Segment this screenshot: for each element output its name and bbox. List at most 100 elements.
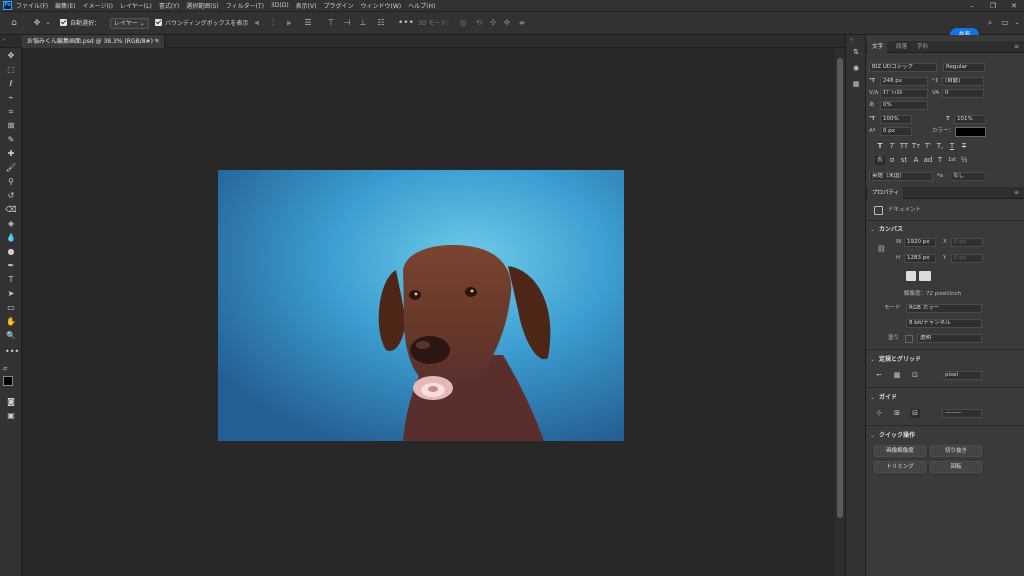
align-right-icon[interactable]: ⫸ [284,18,294,28]
guides-section-header[interactable]: ガイド [870,392,897,401]
menu-filter[interactable]: フィルター(T) [226,1,264,10]
properties-menu-icon[interactable]: ≡ [1014,189,1019,196]
horizontal-scale-field[interactable]: 101% [954,115,986,124]
crop-button[interactable]: 切り抜き [930,445,982,457]
edit-toolbar-icon[interactable]: ••• [5,346,19,358]
3d-roll-icon[interactable]: ⟲ [474,18,484,28]
fill-swatch[interactable] [905,335,913,343]
3d-scale-icon[interactable]: ▰ [517,18,527,28]
bit-depth-select[interactable]: 8 bit/チャンネル [906,319,982,328]
clone-stamp-tool-icon[interactable]: ⚲ [5,176,17,188]
text-color-swatch[interactable] [955,127,986,137]
scrollbar-thumb[interactable] [837,58,843,518]
hand-tool-icon[interactable]: ✋ [5,316,17,328]
search-icon[interactable]: ⌕ [985,18,995,28]
healing-brush-tool-icon[interactable]: ✚ [5,148,17,160]
ruler-icon[interactable]: ⌐ [874,371,884,380]
landscape-orientation-icon[interactable] [919,271,931,281]
document-tab-close-icon[interactable]: × [155,35,160,48]
kerning-field[interactable]: ｵﾌﾟﾃｨｶﾙ [880,89,928,98]
3d-pan-icon[interactable]: ✣ [488,18,498,28]
document-tab[interactable]: お悩みくん編集画面.psd @ 38.3% (RGB/8#) * × [22,35,165,48]
distribute-icon[interactable]: ☰ [303,18,313,28]
expand-panels-icon[interactable]: « [850,37,853,43]
language-select[interactable]: 英語（米国） [869,172,933,181]
menu-help[interactable]: ヘルプ(H) [408,1,435,10]
dodge-tool-icon[interactable]: ● [5,246,17,258]
small-caps-icon[interactable]: Tт [911,142,921,151]
titling-alt-icon[interactable]: A [911,156,921,165]
y-field[interactable]: 0 px [951,254,983,263]
move-tool-icon[interactable]: ✥ [5,50,17,62]
link-dimensions-icon[interactable]: ⛓ [877,245,886,254]
menu-3d[interactable]: 3D(D) [271,2,289,9]
move-tool-icon[interactable]: ✥ [32,18,42,28]
menu-edit[interactable]: 編集(E) [55,1,75,10]
tsume-field[interactable]: 0% [880,101,928,110]
menu-plugins[interactable]: プラグイン [323,1,353,10]
tracking-field[interactable]: 0 [942,89,984,98]
align-bottom-icon[interactable]: ⊥ [358,18,368,28]
collapse-arrows-icon[interactable]: » [2,37,5,43]
brush-tool-icon[interactable]: 🖌 [5,162,17,174]
minimize-icon[interactable]: – [962,0,982,12]
type-tool-icon[interactable]: T [5,274,17,286]
rotate-button[interactable]: 回転 [930,461,982,473]
vertical-scrollbar[interactable] [835,48,845,576]
layer-select-dropdown[interactable]: レイヤー ⌄ [110,18,149,29]
blur-tool-icon[interactable]: 💧 [5,232,17,244]
document-image[interactable] [218,170,624,441]
paint-bucket-tool-icon[interactable]: ◈ [5,218,17,230]
tab-properties[interactable]: プロパティ [868,187,904,199]
rulers-grid-section-header[interactable]: 定規とグリッド [870,354,921,363]
workspace-chevron-icon[interactable]: ⌄ [1012,18,1022,28]
foreground-color-swatch[interactable] [3,376,13,386]
superscript-icon[interactable]: T' [923,142,933,151]
baseline-shift-field[interactable]: 0 px [880,127,912,136]
history-brush-tool-icon[interactable]: ↺ [5,190,17,202]
font-family-select[interactable]: BIZ UDゴシック [869,63,937,72]
canvas-section-header[interactable]: カンバス [870,224,903,233]
panel-menu-icon[interactable]: ≡ [1014,43,1019,50]
trim-button[interactable]: トリミング [874,461,926,473]
tab-character[interactable]: 文字 [868,41,888,53]
tab-glyphs[interactable]: 字形 [913,41,932,53]
menu-view[interactable]: 表示(V) [296,1,317,10]
stylistic-alt-icon[interactable]: st [899,156,909,165]
quick-select-tool-icon[interactable]: ⌁ [5,92,17,104]
unit-select[interactable]: pixel [942,371,982,380]
libraries-panel-icon[interactable]: ▦ [851,80,861,89]
font-style-select[interactable]: Regular [943,63,985,72]
guide-style-select[interactable]: ——— [942,409,982,418]
swap-colors-icon[interactable]: ⇄ [3,366,7,372]
align-center-h-icon[interactable]: ⫶ [268,18,278,28]
height-field[interactable]: 1283 px [904,254,936,263]
anti-alias-select[interactable]: なし [950,172,986,181]
quick-mask-icon[interactable]: ◙ [5,396,17,408]
marquee-tool-icon[interactable]: ⬚ [5,64,17,76]
mode-select[interactable]: RGB カラー [906,304,982,313]
menu-type[interactable]: 書式(Y) [159,1,179,10]
smart-guides-icon[interactable]: ⊞ [892,409,902,418]
frame-tool-icon[interactable]: ⊠ [5,120,17,132]
leading-field[interactable]: (自動) [942,77,984,86]
swash-icon[interactable]: ad [923,156,933,165]
x-field[interactable]: 0 px [951,238,983,247]
menu-layer[interactable]: レイヤー(L) [120,1,152,10]
lasso-tool-icon[interactable]: ℓ [5,78,17,90]
close-window-icon[interactable]: ✕ [1004,0,1024,12]
properties-panel-icon[interactable]: ◉ [851,64,861,73]
3d-slide-icon[interactable]: ✥ [502,18,512,28]
crop-tool-icon[interactable]: ⌗ [5,106,17,118]
guide-lock-icon[interactable]: ⊟ [910,409,920,418]
menu-window[interactable]: ウィンドウ(W) [360,1,401,10]
grid-icon[interactable]: ▦ [892,371,902,380]
alt-ligatures-icon[interactable]: σ [887,156,897,165]
ligatures-icon[interactable]: fi [875,156,885,165]
faux-italic-icon[interactable]: T [887,142,897,151]
rectangle-tool-icon[interactable]: ▭ [5,302,17,314]
quick-actions-section-header[interactable]: クイック操作 [870,430,915,439]
guides-icon[interactable]: ⊹ [874,409,884,418]
underline-icon[interactable]: T [947,142,957,151]
home-icon[interactable]: ⌂ [9,18,19,28]
